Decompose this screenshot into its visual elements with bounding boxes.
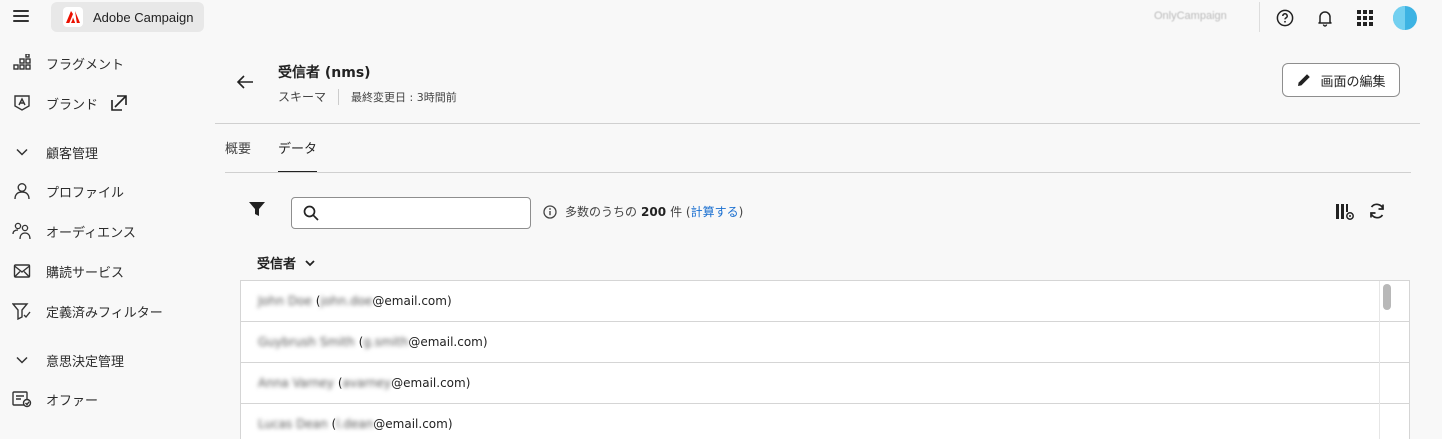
back-arrow-icon[interactable]	[235, 72, 255, 92]
search-input[interactable]	[326, 202, 522, 224]
filter-icon[interactable]	[248, 200, 266, 218]
pencil-icon	[1298, 74, 1311, 86]
recipient-email-local: avarney	[342, 376, 392, 390]
list-item[interactable]: Anna Varney (avarney @email.com)	[241, 363, 1409, 404]
recipient-email-domain: @email.com)	[372, 294, 452, 308]
open-external-icon[interactable]	[109, 93, 129, 113]
tabs: 概要 データ	[225, 138, 344, 173]
count-prefix: 多数のうちの	[565, 205, 638, 219]
tabs-divider	[225, 172, 1411, 173]
edit-screen-label: 画面の編集	[1320, 74, 1386, 90]
scrollbar-thumb[interactable]	[1383, 284, 1391, 310]
sidebar-item-label: フラグメント	[46, 57, 125, 73]
apps-grid-icon[interactable]	[1355, 8, 1375, 28]
brand-icon	[12, 93, 32, 113]
help-icon[interactable]	[1275, 8, 1295, 28]
bell-icon[interactable]	[1315, 8, 1335, 28]
filter-funnel-icon	[12, 301, 32, 321]
main-content: 受信者 (nms) スキーマ 最終変更日 : 3時間前 画面の編集 概要 データ…	[215, 40, 1442, 439]
count-close: )	[738, 204, 744, 219]
sidebar-item-label: オファー	[46, 393, 99, 409]
sidebar-item-subscriptions[interactable]: 購読サービス	[0, 253, 215, 289]
sidebar-section-label: 顧客管理	[46, 146, 99, 162]
sidebar-item-predefined-filters[interactable]: 定義済みフィルター	[0, 293, 215, 329]
recipient-email-domain: @email.com)	[391, 376, 471, 390]
sidebar-item-fragments[interactable]: フラグメント	[0, 45, 215, 81]
sidebar-section-label: 意思決定管理	[46, 354, 125, 370]
sidebar-section-customer-management[interactable]: 顧客管理	[0, 134, 215, 170]
sidebar-item-label: オーディエンス	[46, 225, 136, 241]
tab-data[interactable]: データ	[278, 138, 318, 173]
top-bar: Adobe Campaign OnlyCampaign	[0, 0, 1442, 34]
fragment-icon	[12, 53, 32, 73]
recipient-email-local: john.doe	[320, 294, 373, 308]
recipient-email-domain: @email.com)	[373, 417, 453, 431]
page-subtitle: スキーマ 最終変更日 : 3時間前	[278, 88, 457, 105]
avatar[interactable]	[1393, 6, 1417, 30]
sidebar-item-label: 定義済みフィルター	[46, 305, 163, 321]
column-settings-icon[interactable]	[1335, 202, 1355, 222]
recipient-email-local: g.smith	[363, 335, 409, 349]
count-value: 200	[641, 204, 667, 219]
last-modified-label: 最終変更日 : 3時間前	[351, 90, 457, 104]
list-item[interactable]: John Doe (john.doe @email.com)	[241, 281, 1409, 322]
recipients-list: John Doe (john.doe @email.com) Guybrush S…	[240, 280, 1410, 439]
sidebar-item-label: プロファイル	[46, 185, 125, 201]
refresh-icon[interactable]	[1368, 202, 1388, 222]
sidebar-item-audiences[interactable]: オーディエンス	[0, 213, 215, 249]
subscription-icon	[12, 261, 32, 281]
recipient-name: John Doe	[258, 294, 312, 308]
user-icon	[12, 181, 32, 201]
offer-icon	[12, 389, 32, 409]
compute-count-link[interactable]: 計算する	[691, 203, 739, 220]
recipient-email-local: l.dean	[336, 417, 374, 431]
page-title: 受信者 (nms)	[278, 65, 371, 81]
sidebar-item-offers[interactable]: オファー	[0, 381, 215, 417]
count-suffix: 件 (	[670, 205, 691, 219]
sidebar: フラグメント ブランド 顧客管理 プロファイル オーディエンス 購読サービス 定…	[0, 40, 215, 439]
menu-icon[interactable]	[13, 10, 29, 24]
tab-overview[interactable]: 概要	[225, 138, 251, 171]
sidebar-item-profiles[interactable]: プロファイル	[0, 173, 215, 209]
info-icon	[543, 204, 557, 219]
header-divider	[215, 123, 1420, 124]
sidebar-section-decision-management[interactable]: 意思決定管理	[0, 342, 215, 378]
search-icon	[303, 205, 319, 221]
scrollbar-track	[1379, 281, 1380, 439]
recipient-name: Guybrush Smith	[258, 335, 355, 349]
chevron-down-icon	[12, 350, 32, 370]
audience-icon	[12, 221, 32, 241]
sidebar-item-label: 購読サービス	[46, 265, 125, 281]
column-header-label: 受信者	[257, 257, 297, 272]
org-name[interactable]: OnlyCampaign	[1154, 10, 1227, 22]
search-field[interactable]	[291, 197, 531, 229]
app-switcher[interactable]: Adobe Campaign	[51, 2, 204, 32]
column-header-recipient[interactable]: 受信者	[257, 253, 316, 272]
recipient-email-domain: @email.com)	[408, 335, 488, 349]
list-item[interactable]: Guybrush Smith (g.smith @email.com)	[241, 322, 1409, 363]
recipient-name: Anna Varney	[258, 376, 335, 390]
divider	[1259, 2, 1260, 32]
app-name: Adobe Campaign	[93, 9, 194, 25]
edit-screen-button[interactable]: 画面の編集	[1282, 63, 1400, 97]
divider	[338, 88, 340, 105]
adobe-logo-icon	[63, 7, 83, 27]
sidebar-item-brands[interactable]: ブランド	[0, 85, 215, 121]
record-count: 多数のうちの 200 件 ( 計算する )	[543, 203, 743, 220]
list-item[interactable]: Lucas Dean (l.dean @email.com)	[241, 404, 1409, 439]
recipient-name: Lucas Dean	[258, 417, 328, 431]
sidebar-item-label: ブランド	[46, 97, 99, 113]
chevron-down-icon	[12, 142, 32, 162]
chevron-down-icon	[305, 259, 315, 266]
schema-type-label: スキーマ	[278, 90, 327, 104]
